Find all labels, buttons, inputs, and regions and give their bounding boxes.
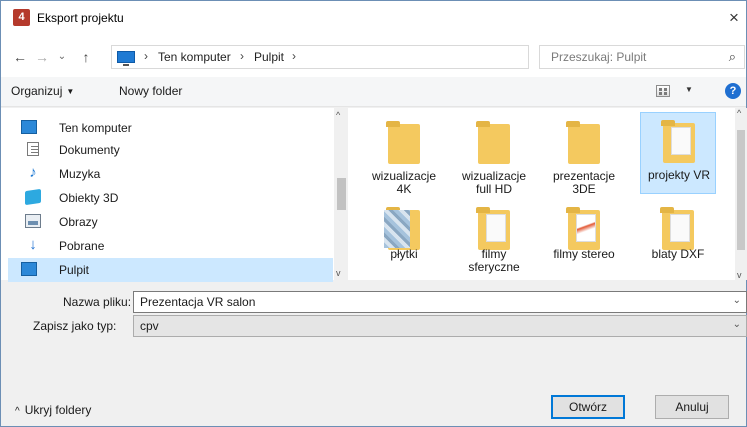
command-toolbar: Organizuj ▼ Nowy folder ▼ ? — [1, 77, 746, 107]
folder-label: blaty DXF — [651, 247, 705, 261]
filename-label: Nazwa pliku: — [63, 295, 132, 309]
folder-label: prezentacje 3DE — [552, 169, 616, 196]
folder-icon — [386, 121, 420, 164]
tree-item-pictures[interactable]: Obrazy — [21, 210, 333, 234]
folder-item-selected[interactable]: projekty VR — [640, 112, 716, 194]
hide-folders-button[interactable]: ^ Ukryj foldery — [15, 403, 91, 417]
address-row: ← → ⌄ ↑ › Ten komputer › Pulpit › ⌄ ↻ Pr… — [1, 37, 746, 77]
folder-item[interactable]: filmy stereo — [546, 200, 622, 282]
chevron-up-icon: ^ — [15, 406, 20, 417]
folder-item[interactable]: wizualizacje full HD — [456, 114, 532, 196]
folder-label: projekty VR — [647, 168, 711, 182]
scrollbar-thumb[interactable] — [337, 178, 346, 210]
app-icon: 4 — [13, 9, 30, 26]
folder-label: płytki — [390, 247, 418, 261]
pictures-icon — [25, 214, 41, 228]
organize-label: Organizuj — [11, 84, 63, 98]
up-arrow-icon[interactable]: ↑ — [77, 48, 95, 66]
computer-icon — [21, 120, 37, 134]
folder-item[interactable]: wizualizacje 4K — [366, 114, 442, 196]
tree-item-desktop[interactable]: Pulpit — [8, 258, 333, 282]
navigation-scrollbar[interactable]: ^ v — [334, 108, 348, 280]
folder-icon — [566, 121, 600, 164]
title-bar: 4 Eksport projektu × — [1, 1, 746, 37]
tree-item-label: Pobrane — [59, 239, 105, 253]
folder-label: filmy sferyczne — [468, 247, 520, 274]
new-folder-button[interactable]: Nowy folder — [119, 84, 182, 98]
view-options-icon[interactable] — [656, 85, 670, 97]
breadcrumb-this-pc[interactable]: Ten komputer — [158, 50, 231, 64]
save-as-type-select[interactable]: cpv ⌄ — [133, 315, 747, 337]
view-dropdown-icon[interactable]: ▼ — [685, 85, 693, 94]
tree-item-label: Pulpit — [59, 263, 90, 277]
navigation-pane: Ten komputer Dokumenty ♪ Muzyka Obiekty … — [1, 108, 347, 282]
folder-item[interactable]: blaty DXF — [640, 200, 716, 282]
folder-icon — [660, 207, 694, 250]
folder-icon — [566, 207, 600, 250]
desktop-icon — [21, 262, 37, 276]
tree-item-label: Muzyka — [59, 167, 101, 181]
filename-value: Prezentacja VR salon — [140, 295, 256, 309]
scroll-down-icon[interactable]: v — [336, 268, 341, 278]
window-title: Eksport projektu — [37, 11, 124, 25]
save-as-type-value: cpv — [140, 319, 159, 333]
chevron-down-icon: ▼ — [66, 87, 75, 96]
scrollbar-thumb[interactable] — [737, 130, 745, 250]
chevron-down-icon[interactable]: ⌄ — [733, 295, 741, 306]
folder-label: wizualizacje full HD — [461, 169, 527, 196]
back-arrow-icon[interactable]: ← — [11, 48, 29, 66]
breadcrumb-desktop[interactable]: Pulpit — [254, 50, 284, 64]
breadcrumb-separator[interactable]: › — [144, 49, 148, 63]
organize-button[interactable]: Organizuj ▼ — [11, 84, 74, 98]
computer-icon — [117, 51, 135, 66]
tree-item-music[interactable]: ♪ Muzyka — [21, 162, 333, 186]
tree-item-documents[interactable]: Dokumenty — [21, 138, 333, 162]
tree-item-this-pc[interactable]: Ten komputer — [21, 116, 333, 140]
scroll-up-icon[interactable]: ^ — [336, 110, 340, 120]
folder-icon — [476, 121, 510, 164]
search-icon[interactable]: ⌕ — [729, 49, 736, 65]
export-dialog: 4 Eksport projektu × ← → ⌄ ↑ › Ten kompu… — [0, 0, 747, 427]
hide-folders-label: Ukryj foldery — [24, 403, 92, 417]
folder-icon — [476, 207, 510, 250]
scroll-up-icon[interactable]: ^ — [737, 108, 741, 118]
folder-label: wizualizacje 4K — [371, 169, 437, 196]
chevron-down-icon[interactable]: ⌄ — [733, 319, 741, 330]
search-placeholder: Przeszukaj: Pulpit — [551, 50, 647, 64]
tree-item-label: Obiekty 3D — [59, 191, 119, 205]
tree-item-label: Obrazy — [59, 215, 98, 229]
address-bar[interactable]: › Ten komputer › Pulpit › ⌄ ↻ — [111, 45, 634, 69]
downloads-icon: ↓ — [29, 236, 37, 253]
open-button[interactable]: Otwórz — [551, 395, 625, 419]
folder-item[interactable]: płytki — [366, 200, 442, 282]
save-as-type-label: Zapisz jako typ: — [33, 319, 117, 333]
folder-icon — [384, 207, 420, 250]
folder-item[interactable]: prezentacje 3DE — [546, 114, 622, 196]
tree-item-3d-objects[interactable]: Obiekty 3D — [21, 186, 333, 210]
breadcrumb-separator[interactable]: › — [292, 49, 296, 63]
tree-item-label: Dokumenty — [59, 143, 120, 157]
scroll-down-icon[interactable]: v — [737, 270, 742, 280]
tree-item-label: Ten komputer — [59, 121, 132, 135]
objects-3d-icon — [25, 188, 41, 206]
folder-icon — [661, 120, 695, 163]
folder-item[interactable]: filmy sferyczne — [456, 200, 532, 282]
recent-locations-icon[interactable]: ⌄ — [55, 48, 69, 66]
music-icon: ♪ — [29, 164, 37, 181]
help-icon[interactable]: ? — [725, 83, 741, 99]
file-list-scrollbar[interactable]: ^ v — [735, 108, 747, 280]
filename-input[interactable]: Prezentacja VR salon ⌄ — [133, 291, 747, 313]
search-input[interactable]: Przeszukaj: Pulpit ⌕ — [539, 45, 745, 69]
file-list: wizualizacje 4K wizualizacje full HD pre… — [348, 108, 735, 280]
documents-icon — [27, 142, 39, 156]
folder-label: filmy stereo — [553, 247, 615, 261]
cancel-button[interactable]: Anuluj — [655, 395, 729, 419]
breadcrumb-separator[interactable]: › — [240, 49, 244, 63]
tree-item-downloads[interactable]: ↓ Pobrane — [21, 234, 333, 258]
forward-arrow-icon[interactable]: → — [33, 48, 51, 66]
close-icon[interactable]: × — [723, 7, 745, 29]
